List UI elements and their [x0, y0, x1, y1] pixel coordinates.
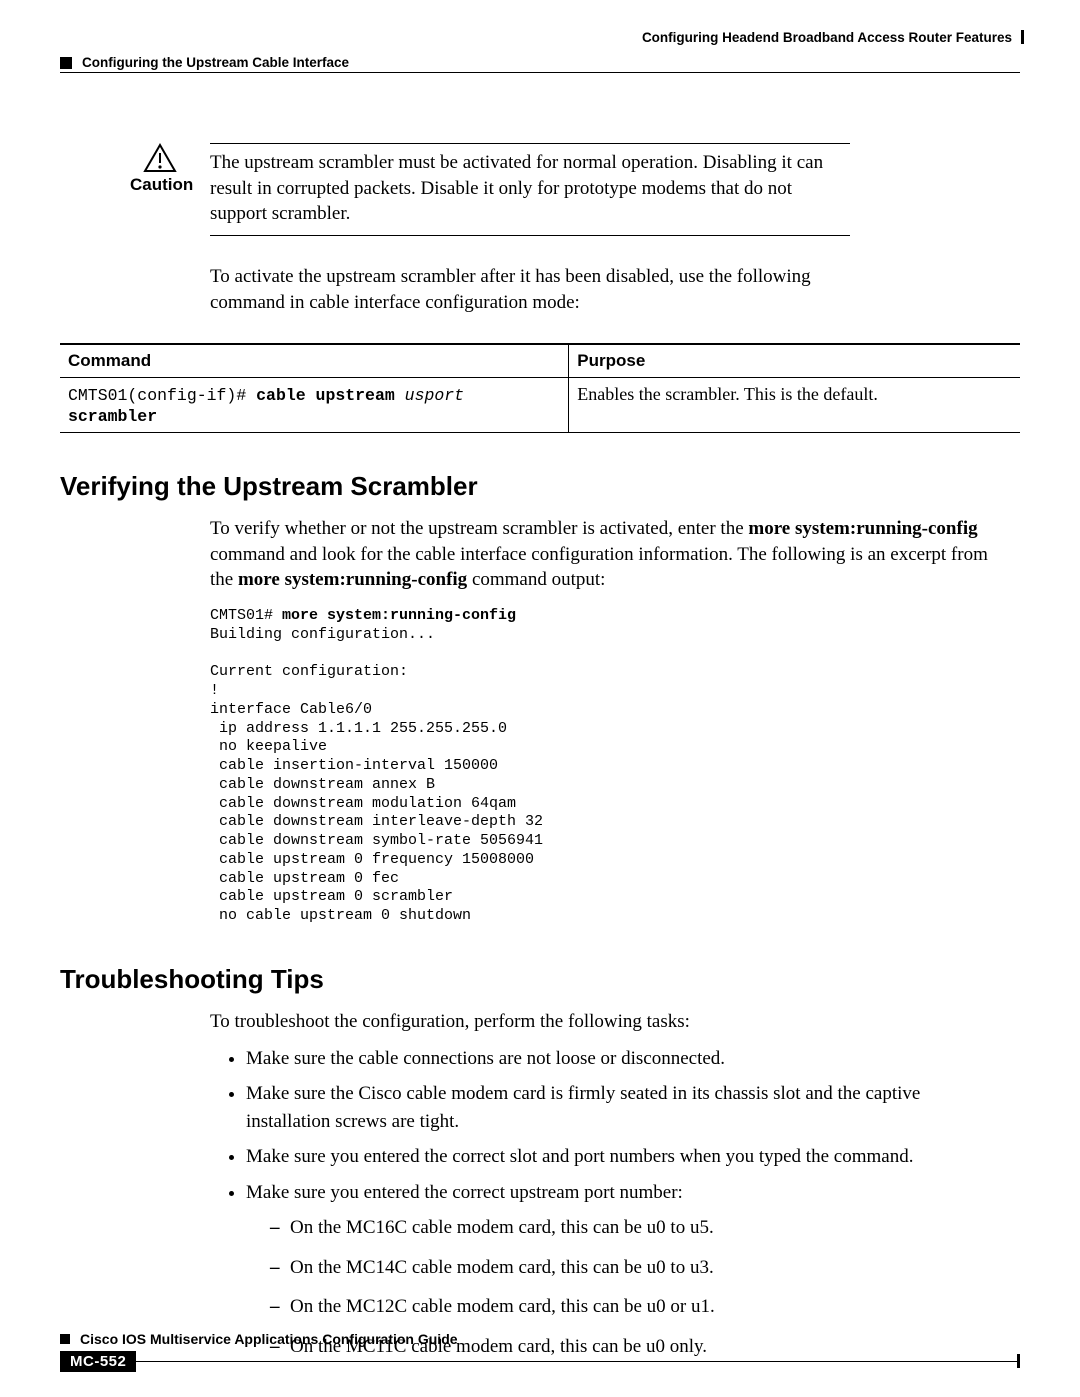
cmd-prompt: CMTS01(config-if)# [68, 386, 256, 405]
bullet-square-icon [60, 57, 72, 69]
table-row: CMTS01(config-if)# cable upstream usport… [60, 378, 1020, 433]
para-bold1: more system:running-config [748, 518, 977, 539]
troubleshoot-list: Make sure the cable connections are not … [210, 1045, 1006, 1361]
warning-triangle-icon [143, 143, 177, 173]
cmd-bold2: scrambler [68, 407, 157, 426]
sub-list-item: On the MC14C cable modem card, this can … [270, 1254, 1006, 1282]
heading-troubleshooting: Troubleshooting Tips [60, 964, 1020, 995]
sub-list-item: On the MC16C cable modem card, this can … [270, 1214, 1006, 1242]
page: Configuring Headend Broadband Access Rou… [0, 0, 1080, 1397]
sub-list-item: On the MC12C cable modem card, this can … [270, 1293, 1006, 1321]
config-output: CMTS01# more system:running-config Build… [210, 607, 1020, 926]
section-name: Configuring the Upstream Cable Interface [82, 55, 349, 70]
caution-text-wrap: The upstream scrambler must be activated… [210, 143, 850, 315]
cmd-arg: usport [405, 386, 464, 405]
bullet-square-icon [60, 1334, 70, 1344]
footer-rule [60, 1361, 1020, 1362]
para-bold2: more system:running-config [238, 569, 467, 590]
para-seg1: To verify whether or not the upstream sc… [210, 518, 748, 539]
para-seg3: command output: [467, 569, 605, 590]
table-header-row: Command Purpose [60, 344, 1020, 378]
footer-top-row: Cisco IOS Multiservice Applications Conf… [60, 1331, 1020, 1347]
list-item: Make sure the Cisco cable modem card is … [246, 1080, 1006, 1135]
col-command: Command [60, 344, 569, 378]
cell-command: CMTS01(config-if)# cable upstream usport… [60, 378, 569, 433]
caution-label: Caution [130, 175, 193, 194]
cell-purpose: Enables the scrambler. This is the defau… [569, 378, 1020, 433]
section-path: Configuring the Upstream Cable Interface [60, 55, 1020, 70]
caution-block: Caution The upstream scrambler must be a… [130, 143, 850, 315]
list-item: Make sure the cable connections are not … [246, 1045, 1006, 1073]
footer-bottom-row: MC-552 [60, 1351, 1020, 1373]
verify-paragraph: To verify whether or not the upstream sc… [210, 516, 1000, 593]
running-head: Configuring Headend Broadband Access Rou… [60, 30, 1020, 45]
command-table: Command Purpose CMTS01(config-if)# cable… [60, 343, 1020, 433]
caution-left: Caution [130, 143, 190, 195]
heading-verifying: Verifying the Upstream Scrambler [60, 471, 1020, 502]
footer-crop-mark-icon [1017, 1354, 1020, 1368]
troubleshoot-intro: To troubleshoot the configuration, perfo… [210, 1009, 1000, 1035]
page-number-badge: MC-552 [60, 1351, 136, 1372]
cmd-bold1: cable upstream [256, 386, 395, 405]
config-prompt: CMTS01# [210, 607, 282, 624]
header-rule [60, 72, 1020, 73]
page-footer: Cisco IOS Multiservice Applications Conf… [60, 1331, 1020, 1373]
list-item-text: Make sure you entered the correct upstre… [246, 1182, 683, 1203]
list-item: Make sure you entered the correct slot a… [246, 1143, 1006, 1171]
intro-paragraph: To activate the upstream scrambler after… [210, 264, 850, 315]
book-title: Cisco IOS Multiservice Applications Conf… [80, 1331, 458, 1347]
caution-text: The upstream scrambler must be activated… [210, 143, 850, 236]
config-cmd: more system:running-config [282, 607, 516, 624]
col-purpose: Purpose [569, 344, 1020, 378]
chapter-title: Configuring Headend Broadband Access Rou… [642, 30, 1012, 45]
config-body: Building configuration... Current config… [210, 626, 543, 924]
